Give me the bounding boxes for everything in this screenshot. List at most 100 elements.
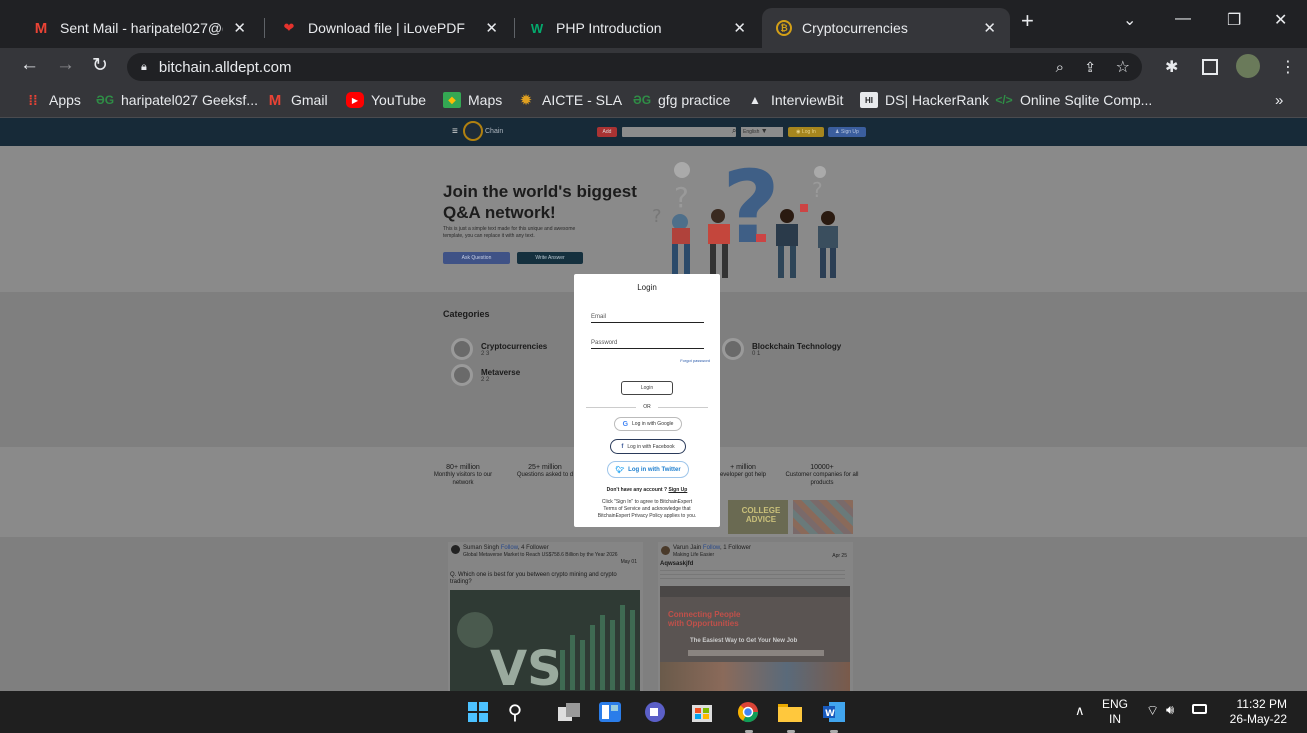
forgot-password-link[interactable]: Forgot password [680, 358, 710, 363]
address-text: bitchain.alldept.com [158, 58, 292, 76]
stat-monthly-visitors: 80+ million Monthly visitors to our netw… [433, 464, 493, 486]
or-divider: OR [643, 404, 651, 410]
hero-illustration: ? ? ? ? [652, 152, 838, 278]
windows-start-icon[interactable] [466, 700, 490, 724]
youtube-icon: ▶ [346, 92, 364, 108]
profile-avatar[interactable] [1236, 54, 1260, 78]
category-meta: 0 1 [752, 350, 761, 357]
post-date: Apr 25 [832, 553, 847, 559]
bookmark-gfg-practice[interactable]: ƏG gfg practice [633, 92, 730, 108]
close-icon[interactable]: ✕ [983, 19, 996, 37]
bookmark-youtube[interactable]: ▶ YouTube [346, 92, 426, 108]
tab-search-chevron-icon[interactable]: ⌄ [1123, 10, 1136, 30]
tab-cryptocurrencies[interactable]: ₿ Cryptocurrencies ✕ [762, 8, 1010, 48]
bookmark-maps[interactable]: ◆ Maps [443, 92, 502, 108]
windows-taskbar: ⚲ W ∧ ENG IN ⌔ 🔊︎ 11:32 PM 26-May-22 [0, 691, 1307, 733]
tab-ilovepdf[interactable]: ❤ Download file | iLovePDF ✕ [266, 8, 512, 48]
stat-customer-companies: 10000+ Customer companies for all produc… [785, 464, 859, 486]
bookmark-gmail[interactable]: M Gmail [266, 92, 328, 109]
new-tab-button[interactable]: + [1021, 10, 1034, 32]
tab-gmail[interactable]: M Sent Mail - haripatel027@gma ✕ [18, 8, 260, 48]
forward-button[interactable]: → [56, 54, 75, 76]
follow-link[interactable]: Follow [703, 545, 720, 551]
chrome-icon[interactable] [736, 700, 760, 724]
ad-image[interactable] [793, 500, 853, 534]
login-button[interactable]: Login [621, 381, 673, 395]
bookmarks-overflow-icon[interactable]: » [1275, 92, 1283, 109]
bookmark-apps[interactable]: ⁞⁞ Apps [24, 92, 81, 108]
category-cryptocurrencies[interactable]: Cryptocurrencies 2 3 [451, 338, 547, 360]
clock[interactable]: 11:32 PM 26-May-22 [1225, 697, 1287, 727]
close-icon[interactable]: ✕ [733, 19, 746, 37]
bookmark-online-sqlite[interactable]: </> Online Sqlite Comp... [995, 92, 1152, 108]
post-card-2[interactable]: Varun Jain Follow, 1 Follower Making Lif… [658, 542, 853, 691]
search-icon[interactable]: ⚲ [503, 700, 527, 724]
close-icon[interactable]: ✕ [233, 19, 246, 37]
password-field[interactable]: Password [591, 340, 704, 349]
site-login-button[interactable]: ◉ Log In [788, 127, 824, 137]
minimize-button[interactable]: — [1175, 10, 1191, 28]
file-explorer-icon[interactable] [778, 700, 802, 724]
browser-toolbar: ← → ↻ 🔒︎ bitchain.alldept.com ⌕ ⇪ ☆ ✱ ⋮ [0, 48, 1307, 86]
microsoft-store-icon[interactable] [690, 700, 714, 724]
svg-text:?: ? [722, 152, 780, 266]
site-signup-button[interactable]: ♟ Sign Up [828, 127, 866, 137]
bookmark-star-icon[interactable]: ☆ [1116, 57, 1130, 77]
tab-php-introduction[interactable]: W PHP Introduction ✕ [514, 8, 760, 48]
apps-grid-icon: ⁞⁞ [28, 92, 38, 108]
write-answer-button[interactable]: Write Answer [517, 252, 583, 264]
share-icon[interactable]: ⇪ [1084, 59, 1096, 76]
follow-link[interactable]: Follow [501, 545, 518, 551]
facebook-login-button[interactable]: f Log in with Facebook [610, 439, 686, 454]
volume-icon[interactable]: 🔊︎ [1166, 702, 1174, 718]
tab-label: Cryptocurrencies [802, 20, 908, 36]
side-panel-icon[interactable] [1202, 59, 1218, 75]
task-view-icon[interactable] [557, 700, 581, 724]
signup-link[interactable]: Sign Up [668, 487, 687, 493]
extensions-icon[interactable]: ✱ [1165, 57, 1178, 77]
add-button[interactable]: Add [597, 127, 617, 137]
widgets-icon[interactable] [598, 700, 622, 724]
language-select[interactable]: English ▼ [741, 127, 783, 137]
bookmark-interviewbit[interactable]: ▲ InterviewBit [746, 92, 843, 108]
back-button[interactable]: ← [20, 54, 39, 76]
hamburger-icon[interactable]: ≡ [452, 126, 458, 137]
author-avatar [661, 546, 670, 555]
google-login-button[interactable]: G Log in with Google [614, 417, 682, 431]
battery-icon[interactable] [1192, 704, 1207, 714]
site-logo[interactable]: Chain [463, 121, 503, 141]
address-bar[interactable]: 🔒︎ bitchain.alldept.com ⌕ ⇪ ☆ [127, 53, 1142, 81]
stat-questions-asked: 25+ million Questions asked to d [516, 464, 574, 478]
bookmark-geeksforgeeks[interactable]: ƏG haripatel027 Geeksf... [96, 92, 258, 108]
close-icon[interactable]: ✕ [485, 19, 498, 37]
post-card-1[interactable]: Suman Singh Follow, 4 Follower Global Me… [448, 542, 643, 691]
svg-text:VS: VS [490, 641, 562, 691]
close-window-button[interactable]: ✕ [1274, 10, 1287, 30]
search-icon[interactable]: ⌕ [732, 126, 736, 136]
bookmark-aicte[interactable]: ✹ AICTE - SLA [517, 92, 622, 109]
tab-label: Download file | iLovePDF [308, 20, 465, 36]
aicte-icon: ✹ [519, 92, 533, 109]
hero-title: Join the world's biggest Q&A network! [443, 182, 637, 222]
ask-question-button[interactable]: Ask Question [443, 252, 510, 264]
twitter-login-button[interactable]: 🐦︎ Log in with Twitter [607, 461, 689, 478]
maximize-button[interactable]: ❐ [1227, 10, 1241, 30]
category-metaverse[interactable]: Metaverse 2 2 [451, 364, 520, 386]
menu-kebab-icon[interactable]: ⋮ [1280, 57, 1296, 77]
teams-chat-icon[interactable] [643, 700, 667, 724]
college-advice-ad[interactable]: COLLEGE ADVICE [728, 500, 788, 534]
wifi-icon[interactable]: ⌔ [1146, 702, 1159, 720]
site-search-input[interactable] [622, 127, 736, 137]
email-field[interactable]: Email [591, 314, 704, 323]
tray-overflow-chevron-icon[interactable]: ∧ [1075, 703, 1085, 719]
gfg-icon: ƏG [95, 93, 115, 107]
category-blockchain-technology[interactable]: Blockchain Technology 0 1 [722, 338, 841, 360]
reload-button[interactable]: ↻ [92, 54, 108, 77]
language-indicator[interactable]: ENG IN [1102, 697, 1128, 727]
zoom-icon[interactable]: ⌕ [1056, 59, 1064, 76]
post-question[interactable]: Aqwsaskjfd [660, 561, 693, 567]
word-icon[interactable]: W [822, 700, 846, 724]
post-question[interactable]: Q. Which one is best for you between cry… [450, 572, 640, 586]
user-icon: ◉ [796, 129, 801, 135]
bookmark-hackerrank[interactable]: HI DS| HackerRank [860, 92, 989, 108]
